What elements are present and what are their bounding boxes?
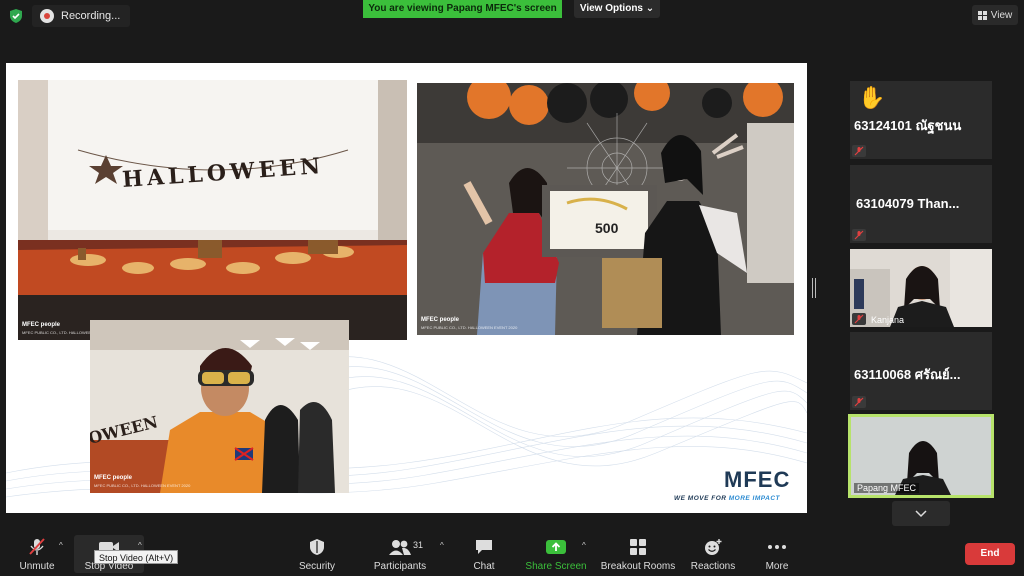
participant-name: Papang MFEC bbox=[854, 483, 920, 493]
participants-options-caret-icon[interactable]: ^ bbox=[440, 541, 444, 550]
mfec-logo: MFEC bbox=[724, 467, 791, 492]
mic-muted-icon bbox=[852, 313, 866, 325]
participants-icon bbox=[389, 540, 411, 555]
zoom-window: Recording... You are viewing Papang MFEC… bbox=[0, 0, 1024, 576]
security-button[interactable]: Security bbox=[296, 538, 338, 576]
scroll-participants-down-button[interactable] bbox=[892, 501, 950, 526]
participant-tile[interactable]: ✋ 63124101 ณัฐชนน bbox=[850, 81, 992, 159]
breakout-rooms-icon bbox=[630, 539, 646, 555]
reactions-smiley-icon bbox=[705, 539, 722, 555]
mic-muted-icon bbox=[852, 229, 866, 241]
chat-button[interactable]: Chat bbox=[470, 538, 498, 576]
breakout-rooms-button[interactable]: Breakout Rooms bbox=[600, 538, 676, 576]
participant-name: 63104079 Than... bbox=[856, 196, 960, 211]
participant-video-tile[interactable]: Kanjana bbox=[850, 249, 992, 327]
more-dots-icon bbox=[768, 545, 786, 549]
active-speaker-tile[interactable]: Papang MFEC bbox=[848, 414, 994, 498]
participant-tile[interactable]: 63104079 Than... bbox=[850, 165, 992, 243]
security-shield-icon bbox=[310, 539, 324, 555]
end-meeting-button[interactable]: End bbox=[965, 543, 1015, 565]
photo-watermark: MFEC people MFEC PUBLIC CO., LTD. HALLOW… bbox=[421, 317, 518, 330]
recording-indicator[interactable]: Recording... bbox=[32, 5, 130, 27]
view-options-button[interactable]: View Options ⌄ bbox=[574, 0, 660, 18]
audio-options-caret-icon[interactable]: ^ bbox=[59, 541, 63, 550]
view-options-label: View Options bbox=[579, 3, 643, 14]
more-button[interactable]: More bbox=[762, 538, 792, 576]
goggles-costume-graphic: OWEEN bbox=[90, 320, 349, 493]
unmute-label: Unmute bbox=[19, 561, 55, 572]
panel-resize-handle[interactable] bbox=[812, 278, 816, 298]
goggles-costume-photo: OWEEN MFEC people MFEC PUBLIC CO., LTD. … bbox=[90, 320, 349, 493]
reactions-button[interactable]: Reactions bbox=[690, 538, 736, 576]
chat-label: Chat bbox=[473, 561, 495, 572]
recording-label: Recording... bbox=[61, 10, 121, 22]
participant-name: 63124101 ณัฐชนน bbox=[854, 118, 962, 133]
chevron-down-icon: ⌄ bbox=[645, 3, 655, 14]
participant-name: 63110068 ศรัณย์... bbox=[854, 367, 961, 382]
raised-hand-icon: ✋ bbox=[858, 85, 886, 110]
participant-tile[interactable]: 63110068 ศรัณย์... bbox=[850, 332, 992, 410]
grid-view-icon bbox=[977, 10, 987, 20]
participants-label: Participants bbox=[373, 561, 427, 572]
unmute-button[interactable]: Unmute bbox=[16, 538, 58, 576]
view-button-label: View bbox=[990, 9, 1013, 21]
participants-count-badge: 31 bbox=[413, 540, 424, 550]
share-screen-button[interactable]: Share Screen bbox=[525, 538, 587, 576]
stop-video-tooltip: Stop Video (Alt+V) bbox=[94, 550, 179, 564]
viewing-banner: You are viewing Papang MFEC's screen bbox=[363, 0, 562, 18]
chat-bubble-icon bbox=[476, 540, 492, 554]
photo-watermark: MFEC people MFEC PUBLIC CO., LTD. HALLOW… bbox=[94, 475, 191, 488]
costume-winners-graphic: 500 bbox=[417, 83, 794, 335]
share-options-caret-icon[interactable]: ^ bbox=[582, 541, 586, 550]
mfec-slogan: WE MOVE FOR MORE IMPACT bbox=[674, 495, 780, 502]
more-label: More bbox=[765, 561, 789, 572]
view-button[interactable]: View bbox=[972, 5, 1018, 25]
prize-amount-text: 500 bbox=[595, 220, 619, 236]
halloween-table-photo: HALLOWEEN MFEC people MFEC PUBLIC CO., L… bbox=[18, 80, 407, 340]
security-label: Security bbox=[298, 561, 336, 572]
reactions-label: Reactions bbox=[690, 561, 736, 572]
shared-screen: HALLOWEEN MFEC people MFEC PUBLIC CO., L… bbox=[6, 63, 807, 513]
recording-cloud-icon bbox=[40, 9, 54, 23]
mic-muted-icon bbox=[852, 145, 866, 157]
chevron-down-icon bbox=[915, 509, 927, 517]
share-screen-label: Share Screen bbox=[525, 561, 587, 572]
halloween-table-graphic bbox=[18, 80, 407, 340]
breakout-rooms-label: Breakout Rooms bbox=[600, 561, 676, 572]
security-shield-icon[interactable] bbox=[8, 8, 24, 24]
microphone-muted-icon bbox=[29, 538, 45, 555]
share-screen-icon bbox=[546, 540, 566, 554]
costume-winners-photo: 500 MFEC people MFEC PUBLIC CO., LTD. HA… bbox=[417, 83, 794, 335]
mic-muted-icon bbox=[852, 396, 866, 408]
video-options-caret-icon[interactable]: ^ bbox=[138, 541, 142, 550]
participant-name: Kanjana bbox=[871, 315, 905, 325]
